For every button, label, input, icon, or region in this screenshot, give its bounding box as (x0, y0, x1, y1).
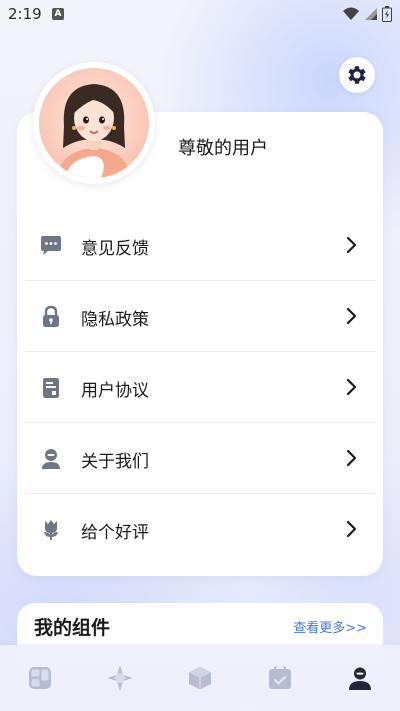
wifi-icon (343, 7, 359, 20)
flower-icon (44, 520, 58, 540)
signal-icon (365, 8, 377, 20)
chevron-right-icon (346, 236, 357, 254)
tab-profile[interactable] (340, 658, 380, 698)
battery-icon (382, 6, 392, 22)
notification-badge: A (52, 8, 64, 20)
person-icon (42, 449, 60, 469)
status-time: 2:19 (8, 5, 42, 23)
profile-icon (349, 667, 371, 690)
tab-box[interactable] (180, 658, 220, 698)
compass-icon (107, 665, 133, 691)
avatar-illustration (57, 84, 131, 178)
chat-bubble-icon (41, 236, 61, 255)
menu-item-rate-us[interactable]: 给个好评 (17, 494, 383, 565)
widgets-title: 我的组件 (34, 617, 111, 639)
calendar-check-icon (269, 666, 291, 689)
menu-item-label: 意见反馈 (81, 239, 149, 259)
gear-icon (348, 66, 366, 84)
avatar-frame[interactable] (33, 62, 155, 184)
tab-discover[interactable] (100, 658, 140, 698)
settings-menu: 意见反馈 隐私政策 用户协议 关于我们 给个好评 (17, 210, 383, 565)
menu-item-label: 关于我们 (81, 452, 149, 472)
menu-item-about-us[interactable]: 关于我们 (17, 423, 383, 494)
status-icons (342, 6, 392, 22)
menu-item-feedback[interactable]: 意见反馈 (17, 210, 383, 281)
chevron-right-icon (346, 449, 357, 467)
status-bar: 2:19 A (0, 0, 400, 28)
document-icon (43, 378, 59, 398)
chevron-right-icon (346, 520, 357, 538)
menu-item-label: 隐私政策 (81, 310, 149, 330)
username: 尊敬的用户 (178, 138, 268, 159)
menu-item-label: 用户协议 (81, 381, 149, 401)
tab-calendar[interactable] (260, 658, 300, 698)
menu-item-label: 给个好评 (81, 523, 149, 543)
lock-icon (43, 305, 59, 327)
avatar (39, 68, 149, 178)
settings-button[interactable] (339, 57, 375, 93)
bottom-tab-bar (0, 645, 400, 711)
chevron-right-icon (346, 378, 357, 396)
cube-icon (189, 667, 211, 690)
grid-apps-icon (29, 667, 51, 689)
chevron-right-icon (346, 307, 357, 325)
view-more-link[interactable]: 查看更多>> (293, 617, 367, 636)
menu-item-user-agreement[interactable]: 用户协议 (17, 352, 383, 423)
tab-home[interactable] (20, 658, 60, 698)
menu-item-privacy[interactable]: 隐私政策 (17, 281, 383, 352)
